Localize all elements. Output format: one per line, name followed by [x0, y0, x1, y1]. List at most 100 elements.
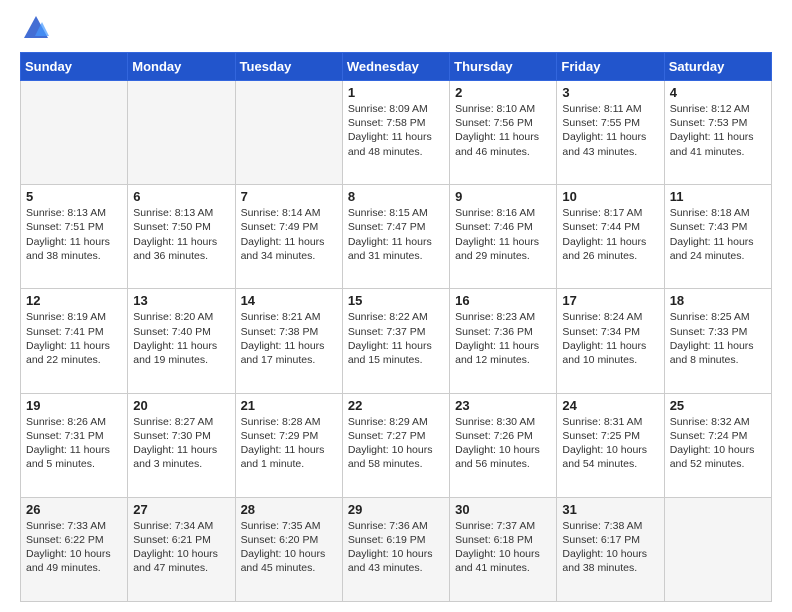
calendar-cell: 27 Sunrise: 7:34 AM Sunset: 6:21 PM Dayli… — [128, 497, 235, 601]
cell-day-number: 3 — [562, 85, 658, 100]
calendar-cell: 9 Sunrise: 8:16 AM Sunset: 7:46 PM Daylig… — [450, 185, 557, 289]
cell-info-text: Sunrise: 8:23 AM Sunset: 7:36 PM Dayligh… — [455, 310, 551, 367]
cell-day-number: 15 — [348, 293, 444, 308]
calendar-cell: 25 Sunrise: 8:32 AM Sunset: 7:24 PM Dayli… — [664, 393, 771, 497]
calendar-cell: 17 Sunrise: 8:24 AM Sunset: 7:34 PM Dayli… — [557, 289, 664, 393]
cell-day-number: 18 — [670, 293, 766, 308]
cell-info-text: Sunrise: 8:31 AM Sunset: 7:25 PM Dayligh… — [562, 415, 658, 472]
cell-day-number: 1 — [348, 85, 444, 100]
calendar-week-2: 5 Sunrise: 8:13 AM Sunset: 7:51 PM Daylig… — [21, 185, 772, 289]
cell-day-number: 26 — [26, 502, 122, 517]
calendar-cell: 23 Sunrise: 8:30 AM Sunset: 7:26 PM Dayli… — [450, 393, 557, 497]
cell-day-number: 22 — [348, 398, 444, 413]
calendar-cell: 11Sunrise: 8:18 AM Sunset: 7:43 PM Dayli… — [664, 185, 771, 289]
cell-day-number: 5 — [26, 189, 122, 204]
cell-day-number: 30 — [455, 502, 551, 517]
cell-day-number: 16 — [455, 293, 551, 308]
cell-day-number: 9 — [455, 189, 551, 204]
cell-day-number: 17 — [562, 293, 658, 308]
calendar-cell: 16 Sunrise: 8:23 AM Sunset: 7:36 PM Dayli… — [450, 289, 557, 393]
calendar-cell — [21, 81, 128, 185]
cell-info-text: Sunrise: 8:11 AM Sunset: 7:55 PM Dayligh… — [562, 102, 658, 159]
calendar-cell: 18 Sunrise: 8:25 AM Sunset: 7:33 PM Dayli… — [664, 289, 771, 393]
calendar-cell: 19 Sunrise: 8:26 AM Sunset: 7:31 PM Dayli… — [21, 393, 128, 497]
cell-info-text: Sunrise: 7:34 AM Sunset: 6:21 PM Dayligh… — [133, 519, 229, 576]
cell-info-text: Sunrise: 8:30 AM Sunset: 7:26 PM Dayligh… — [455, 415, 551, 472]
calendar-cell: 7 Sunrise: 8:14 AM Sunset: 7:49 PM Daylig… — [235, 185, 342, 289]
cell-day-number: 13 — [133, 293, 229, 308]
cell-info-text: Sunrise: 8:29 AM Sunset: 7:27 PM Dayligh… — [348, 415, 444, 472]
calendar-cell: 24 Sunrise: 8:31 AM Sunset: 7:25 PM Dayli… — [557, 393, 664, 497]
calendar-cell: 5 Sunrise: 8:13 AM Sunset: 7:51 PM Daylig… — [21, 185, 128, 289]
cell-info-text: Sunrise: 8:13 AM Sunset: 7:51 PM Dayligh… — [26, 206, 122, 263]
cell-info-text: Sunrise: 8:28 AM Sunset: 7:29 PM Dayligh… — [241, 415, 337, 472]
cell-info-text: Sunrise: 8:13 AM Sunset: 7:50 PM Dayligh… — [133, 206, 229, 263]
calendar-cell: 6Sunrise: 8:13 AM Sunset: 7:50 PM Daylig… — [128, 185, 235, 289]
cell-day-number: 24 — [562, 398, 658, 413]
cell-day-number: 23 — [455, 398, 551, 413]
weekday-header-friday: Friday — [557, 53, 664, 81]
calendar-week-1: 1 Sunrise: 8:09 AM Sunset: 7:58 PM Daylig… — [21, 81, 772, 185]
cell-info-text: Sunrise: 8:26 AM Sunset: 7:31 PM Dayligh… — [26, 415, 122, 472]
cell-day-number: 19 — [26, 398, 122, 413]
cell-day-number: 2 — [455, 85, 551, 100]
cell-info-text: Sunrise: 7:37 AM Sunset: 6:18 PM Dayligh… — [455, 519, 551, 576]
cell-info-text: Sunrise: 8:20 AM Sunset: 7:40 PM Dayligh… — [133, 310, 229, 367]
cell-info-text: Sunrise: 8:09 AM Sunset: 7:58 PM Dayligh… — [348, 102, 444, 159]
cell-info-text: Sunrise: 8:32 AM Sunset: 7:24 PM Dayligh… — [670, 415, 766, 472]
calendar-cell: 28Sunrise: 7:35 AM Sunset: 6:20 PM Dayli… — [235, 497, 342, 601]
calendar-cell — [664, 497, 771, 601]
calendar-cell: 12 Sunrise: 8:19 AM Sunset: 7:41 PM Dayli… — [21, 289, 128, 393]
cell-info-text: Sunrise: 8:25 AM Sunset: 7:33 PM Dayligh… — [670, 310, 766, 367]
cell-info-text: Sunrise: 8:21 AM Sunset: 7:38 PM Dayligh… — [241, 310, 337, 367]
calendar-cell: 21 Sunrise: 8:28 AM Sunset: 7:29 PM Dayli… — [235, 393, 342, 497]
calendar-cell: 29 Sunrise: 7:36 AM Sunset: 6:19 PM Dayli… — [342, 497, 449, 601]
cell-info-text: Sunrise: 8:16 AM Sunset: 7:46 PM Dayligh… — [455, 206, 551, 263]
calendar-cell: 15 Sunrise: 8:22 AM Sunset: 7:37 PM Dayli… — [342, 289, 449, 393]
calendar-week-3: 12 Sunrise: 8:19 AM Sunset: 7:41 PM Dayli… — [21, 289, 772, 393]
weekday-header-row: SundayMondayTuesdayWednesdayThursdayFrid… — [21, 53, 772, 81]
calendar-cell: 30 Sunrise: 7:37 AM Sunset: 6:18 PM Dayli… — [450, 497, 557, 601]
cell-info-text: Sunrise: 7:36 AM Sunset: 6:19 PM Dayligh… — [348, 519, 444, 576]
page: SundayMondayTuesdayWednesdayThursdayFrid… — [0, 0, 792, 612]
weekday-header-thursday: Thursday — [450, 53, 557, 81]
cell-info-text: Sunrise: 8:12 AM Sunset: 7:53 PM Dayligh… — [670, 102, 766, 159]
cell-day-number: 31 — [562, 502, 658, 517]
cell-day-number: 7 — [241, 189, 337, 204]
cell-info-text: Sunrise: 8:24 AM Sunset: 7:34 PM Dayligh… — [562, 310, 658, 367]
calendar-cell: 4Sunrise: 8:12 AM Sunset: 7:53 PM Daylig… — [664, 81, 771, 185]
cell-info-text: Sunrise: 8:19 AM Sunset: 7:41 PM Dayligh… — [26, 310, 122, 367]
cell-info-text: Sunrise: 7:38 AM Sunset: 6:17 PM Dayligh… — [562, 519, 658, 576]
weekday-header-wednesday: Wednesday — [342, 53, 449, 81]
calendar-cell: 10 Sunrise: 8:17 AM Sunset: 7:44 PM Dayli… — [557, 185, 664, 289]
weekday-header-tuesday: Tuesday — [235, 53, 342, 81]
calendar-table: SundayMondayTuesdayWednesdayThursdayFrid… — [20, 52, 772, 602]
cell-info-text: Sunrise: 8:14 AM Sunset: 7:49 PM Dayligh… — [241, 206, 337, 263]
cell-info-text: Sunrise: 8:27 AM Sunset: 7:30 PM Dayligh… — [133, 415, 229, 472]
cell-day-number: 27 — [133, 502, 229, 517]
cell-info-text: Sunrise: 8:17 AM Sunset: 7:44 PM Dayligh… — [562, 206, 658, 263]
calendar-cell: 2 Sunrise: 8:10 AM Sunset: 7:56 PM Daylig… — [450, 81, 557, 185]
cell-info-text: Sunrise: 7:35 AM Sunset: 6:20 PM Dayligh… — [241, 519, 337, 576]
calendar-week-4: 19 Sunrise: 8:26 AM Sunset: 7:31 PM Dayli… — [21, 393, 772, 497]
calendar-cell: 13 Sunrise: 8:20 AM Sunset: 7:40 PM Dayli… — [128, 289, 235, 393]
cell-info-text: Sunrise: 8:15 AM Sunset: 7:47 PM Dayligh… — [348, 206, 444, 263]
cell-day-number: 29 — [348, 502, 444, 517]
cell-info-text: Sunrise: 8:22 AM Sunset: 7:37 PM Dayligh… — [348, 310, 444, 367]
cell-day-number: 12 — [26, 293, 122, 308]
cell-day-number: 25 — [670, 398, 766, 413]
cell-day-number: 10 — [562, 189, 658, 204]
logo-icon — [22, 14, 50, 42]
cell-day-number: 14 — [241, 293, 337, 308]
cell-day-number: 21 — [241, 398, 337, 413]
calendar-cell: 8 Sunrise: 8:15 AM Sunset: 7:47 PM Daylig… — [342, 185, 449, 289]
cell-day-number: 20 — [133, 398, 229, 413]
weekday-header-monday: Monday — [128, 53, 235, 81]
cell-info-text: Sunrise: 8:10 AM Sunset: 7:56 PM Dayligh… — [455, 102, 551, 159]
cell-info-text: Sunrise: 8:18 AM Sunset: 7:43 PM Dayligh… — [670, 206, 766, 263]
header — [20, 18, 772, 42]
calendar-cell: 20 Sunrise: 8:27 AM Sunset: 7:30 PM Dayli… — [128, 393, 235, 497]
weekday-header-saturday: Saturday — [664, 53, 771, 81]
calendar-cell: 22 Sunrise: 8:29 AM Sunset: 7:27 PM Dayli… — [342, 393, 449, 497]
cell-day-number: 8 — [348, 189, 444, 204]
